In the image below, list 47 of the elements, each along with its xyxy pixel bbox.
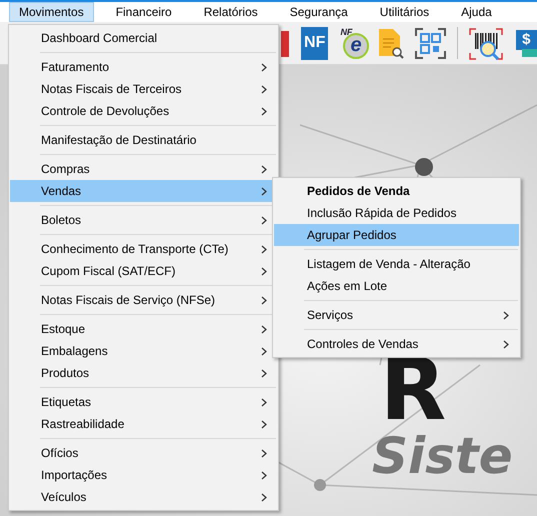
menu-item[interactable]: Faturamento [10,56,277,78]
menu-item[interactable]: Rastreabilidade [10,413,277,435]
chevron-icon [503,340,509,348]
chevron-icon [261,216,267,224]
menu-item[interactable]: Veículos [10,486,277,508]
menu-item[interactable]: Compras [10,158,277,180]
menu-title[interactable]: Ajuda [451,2,502,22]
chevron-icon [261,266,267,276]
chevron-icon [261,62,267,72]
chevron-icon [261,492,267,502]
menu-item[interactable]: Produtos [10,362,277,384]
menu-title[interactable]: Segurança [280,2,358,22]
barcode-search-icon[interactable] [468,26,504,60]
chevron-icon [261,244,267,254]
chevron-icon [503,310,509,320]
qr-code-icon[interactable] [414,26,447,60]
menu-title[interactable]: Financeiro [106,2,182,22]
menu-item[interactable]: Dashboard Comercial [10,27,277,49]
chevron-icon [261,324,267,334]
chevron-icon [261,420,267,428]
menu-item[interactable]: Importações [10,464,277,486]
chevron-icon [261,398,267,406]
menu-item[interactable]: Manifestação de Destinatário [10,129,277,151]
chevron-icon [261,346,267,356]
chevron-icon [261,296,267,304]
menu-item[interactable]: Controle de Devoluções [10,100,277,122]
chevron-icon [261,448,267,458]
chevron-icon [261,470,267,480]
chevron-icon [261,368,267,378]
menu-item[interactable]: Pedidos de Venda [274,180,519,202]
chevron-icon [261,106,267,116]
menu-item[interactable]: Serviços [274,304,519,326]
menu-item[interactable]: Notas Fiscais de Terceiros [10,78,277,100]
menu-item[interactable]: Inclusão Rápida de Pedidos [274,202,519,224]
menu-item[interactable]: Listagem de Venda - Alteração [274,253,519,275]
menu-item[interactable]: Ações em Lote [274,275,519,297]
logo-tagline: Siste [372,431,513,481]
menu-item[interactable]: Ofícios [10,442,277,464]
menu-item[interactable]: Agrupar Pedidos [274,224,519,246]
chevron-icon [261,164,267,174]
menu-title[interactable]: Utilitários [370,2,440,22]
menu-title[interactable]: Movimentos [9,2,94,22]
nf-button[interactable]: NF [301,26,328,60]
chevron-icon [261,84,267,94]
menu-item[interactable]: Etiquetas [10,391,277,413]
chevron-icon [261,186,267,196]
menu-title[interactable]: Relatórios [194,2,268,22]
